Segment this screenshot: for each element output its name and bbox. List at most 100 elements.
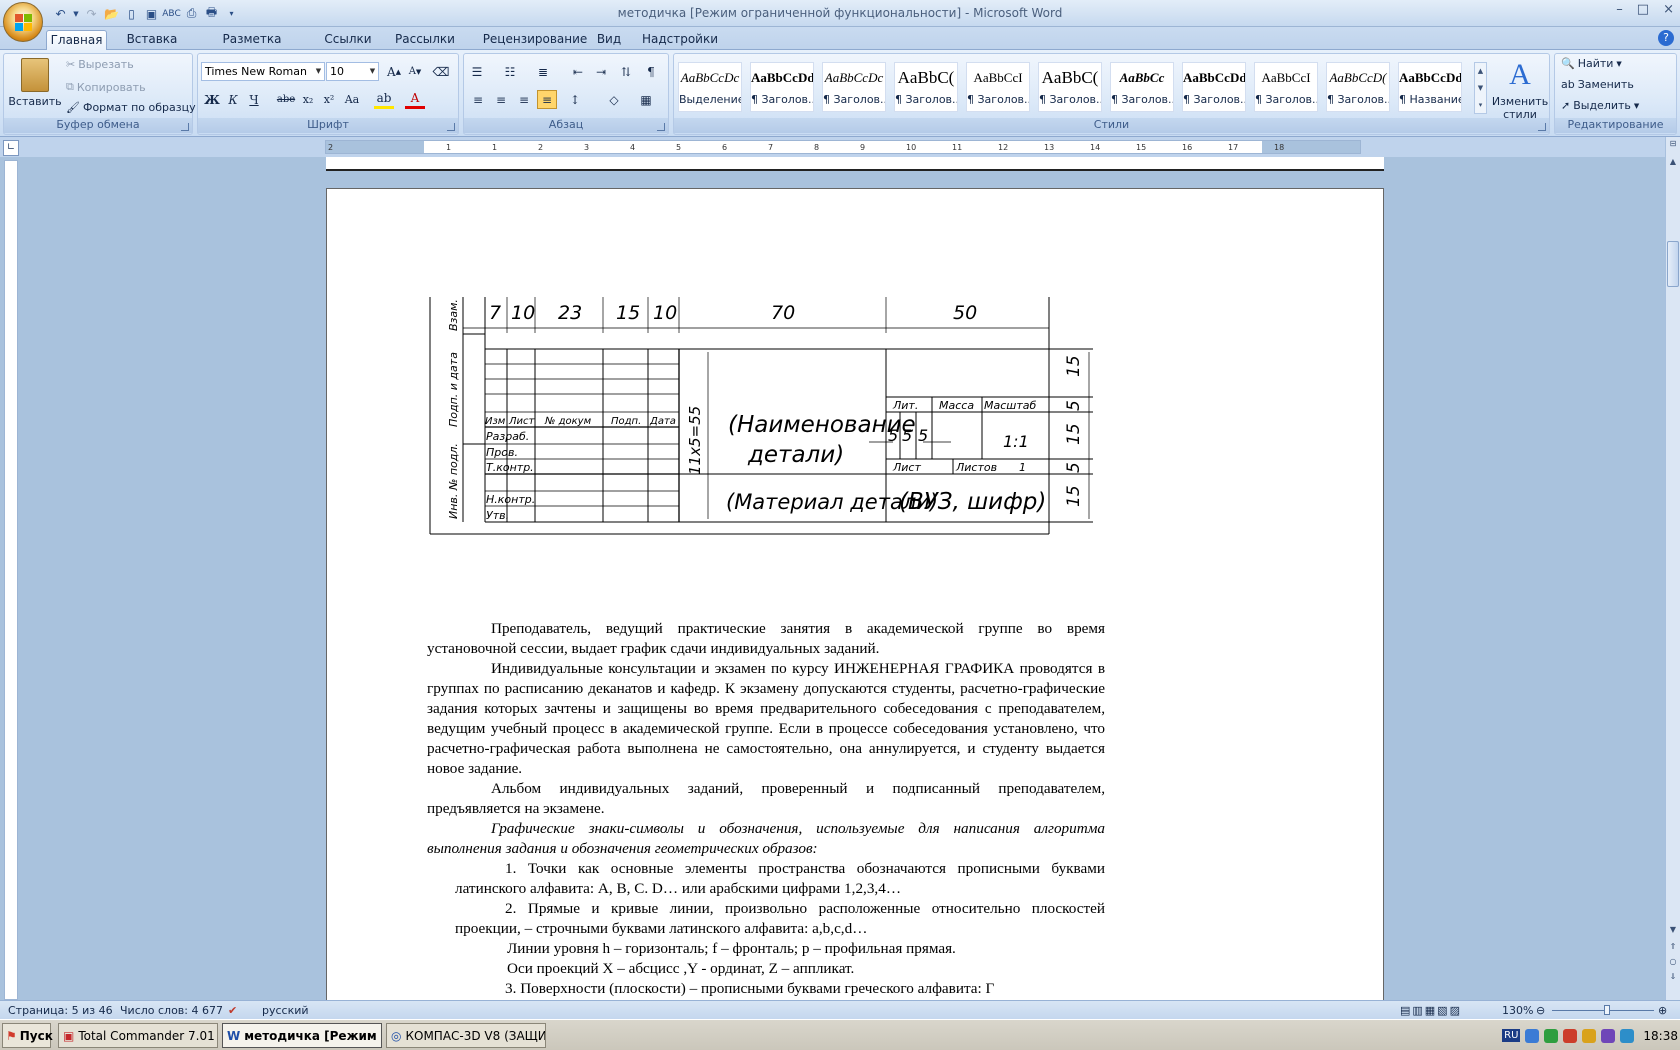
paste-button[interactable]: Вставить (8, 58, 62, 108)
align-center-icon[interactable]: ≡ (491, 90, 511, 109)
styles-launcher[interactable] (1538, 123, 1546, 131)
style-item[interactable]: AaBbCcI ¶ Заголов... (966, 62, 1030, 112)
tab-references[interactable]: Ссылки (320, 30, 376, 51)
tray-app-icon[interactable] (1563, 1028, 1578, 1043)
start-button[interactable]: ⚑ Пуск (2, 1023, 53, 1048)
style-item[interactable]: AaBbCc ¶ Заголов... (1110, 62, 1174, 112)
page-indicator[interactable]: Страница: 5 из 46 (8, 1004, 113, 1017)
multilevel-list-icon[interactable]: ≣ (533, 62, 553, 81)
format-painter-button[interactable]: 🖌 Формат по образцу (66, 101, 196, 114)
clear-format-icon[interactable]: ⌫ (431, 62, 451, 81)
shrink-font-button[interactable]: A ▼ (405, 62, 425, 81)
proofing-icon[interactable]: ✔ (228, 1004, 237, 1017)
style-item[interactable]: AaBbCcD(¶ Заголов... (1326, 62, 1390, 112)
style-item[interactable]: AaBbCcDc ¶ Заголов... (822, 62, 886, 112)
replace-button[interactable]: ab Заменить (1561, 78, 1634, 91)
minimize-button[interactable]: – (1616, 2, 1623, 17)
find-button[interactable]: 🔍 Найти ▼ (1561, 57, 1622, 70)
task-total-commander[interactable]: ▣Total Commander 7.01 - ... (58, 1023, 218, 1048)
style-item[interactable]: AaBbCcDd ¶ Название (1398, 62, 1462, 112)
sort-icon[interactable]: ⇅ (616, 62, 636, 81)
font-size-field[interactable]: 10 ▼ (326, 62, 379, 81)
close-button[interactable]: × (1663, 2, 1674, 17)
change-case-button[interactable]: Aa (342, 90, 362, 109)
font-launcher[interactable] (447, 123, 455, 131)
select-browse-object-icon[interactable]: ○ (1667, 957, 1679, 970)
tab-selector[interactable]: ∟ (3, 140, 19, 156)
tab-view[interactable]: Вид (593, 30, 625, 51)
maximize-button[interactable]: □ (1637, 2, 1649, 17)
tab-mailings[interactable]: Рассылки (390, 30, 460, 51)
highlight-icon[interactable]: ab (374, 90, 394, 109)
vertical-scrollbar[interactable]: ⊟ ▲ ▼ ⇑ ○ ⇓ (1665, 137, 1680, 1000)
copy-button[interactable]: ⧉ Копировать (66, 80, 146, 94)
language-indicator[interactable]: русский (262, 1004, 309, 1017)
justify-icon[interactable]: ≡ (537, 90, 557, 109)
strikethrough-button[interactable]: abe (276, 90, 296, 109)
paragraph-launcher[interactable] (657, 123, 665, 131)
task-word[interactable]: Wметодичка [Режим о... (222, 1023, 382, 1048)
zoom-level[interactable]: 130% (1502, 1004, 1533, 1017)
align-left-icon[interactable]: ≡ (468, 90, 488, 109)
bold-button[interactable]: Ж (202, 90, 222, 109)
bullets-icon[interactable]: ☰ (467, 62, 487, 81)
next-page-icon[interactable]: ⇓ (1667, 972, 1679, 985)
zoom-out-icon[interactable]: ⊖ (1536, 1004, 1545, 1017)
font-color-icon[interactable]: A (405, 90, 425, 109)
tab-addins[interactable]: Надстройки (640, 30, 720, 51)
word-count[interactable]: Число слов: 4 677 (120, 1004, 223, 1017)
grow-font-button[interactable]: A ▲ (384, 62, 404, 81)
prev-page-icon[interactable]: ⇑ (1667, 942, 1679, 955)
office-button[interactable] (3, 2, 43, 42)
document-page[interactable]: 7 10 23 15 10 70 50 15 5 15 5 15 Взам. П… (326, 188, 1384, 1000)
tray-app-icon[interactable] (1582, 1028, 1597, 1043)
zoom-slider[interactable] (1552, 1010, 1654, 1011)
change-styles-button[interactable]: A Изменить стили (1492, 58, 1548, 121)
align-right-icon[interactable]: ≡ (514, 90, 534, 109)
shading-icon[interactable]: ◇ (604, 90, 624, 109)
decrease-indent-icon[interactable]: ⇤ (568, 62, 588, 81)
show-marks-icon[interactable]: ¶ (641, 62, 661, 81)
cut-button[interactable]: ✂ Вырезать (66, 58, 134, 71)
volume-icon[interactable] (1620, 1028, 1635, 1043)
scroll-up-arrow[interactable]: ▲ (1667, 157, 1679, 170)
increase-indent-icon[interactable]: ⇥ (591, 62, 611, 81)
subscript-button[interactable]: x₂ (298, 90, 318, 109)
tray-app-icon[interactable] (1601, 1028, 1616, 1043)
tab-home[interactable]: Главная (46, 30, 107, 51)
style-item[interactable]: AaBbC(¶ Заголов... (894, 62, 958, 112)
clipboard-launcher[interactable] (181, 123, 189, 131)
help-icon[interactable]: ? (1658, 30, 1674, 46)
select-button[interactable]: ➚ Выделить ▼ (1561, 99, 1639, 112)
ruler-toggle-icon[interactable]: ⊟ (1667, 139, 1679, 152)
scroll-thumb[interactable] (1667, 241, 1679, 287)
style-item[interactable]: AaBbCcDc Выделение (678, 62, 742, 112)
network-icon[interactable] (1525, 1028, 1540, 1043)
keyboard-layout[interactable]: RU (1502, 1029, 1521, 1042)
style-item[interactable]: AaBbCcI ¶ Заголов... (1254, 62, 1318, 112)
antivirus-icon[interactable] (1544, 1028, 1559, 1043)
underline-button[interactable]: Ч (244, 90, 264, 109)
task-kompas[interactable]: ◎КОМПАС-3D V8 (ЗАЩИТ... (386, 1023, 546, 1048)
superscript-button[interactable]: x² (319, 90, 339, 109)
tab-insert[interactable]: Вставка (117, 30, 187, 51)
document-area[interactable]: 7 10 23 15 10 70 50 15 5 15 5 15 Взам. П… (22, 157, 1665, 1000)
scroll-down-arrow[interactable]: ▼ (1667, 925, 1679, 938)
line-spacing-icon[interactable]: ↕ (565, 90, 585, 109)
tab-page-layout[interactable]: Разметка страницы (196, 30, 308, 60)
font-name-field[interactable]: Times New Roman ▼ (201, 62, 325, 81)
zoom-in-icon[interactable]: ⊕ (1658, 1004, 1667, 1017)
numbering-icon[interactable]: ☷ (500, 62, 520, 81)
italic-button[interactable]: К (223, 90, 243, 109)
clock[interactable]: 18:38 (1643, 1029, 1678, 1043)
view-buttons[interactable]: ▤▥▦▧▨ (1400, 1004, 1462, 1017)
body-text[interactable]: Преподаватель, ведущий практические заня… (427, 619, 1105, 999)
style-item[interactable]: AaBbCcDd ¶ Заголов... (750, 62, 814, 112)
horizontal-ruler[interactable]: 2 1 1 2 3 4 5 6 7 8 9 10 11 12 13 14 15 16 17 18 (0, 137, 1680, 157)
borders-icon[interactable]: ▦ (636, 90, 656, 109)
vertical-ruler[interactable] (4, 160, 18, 1000)
tab-review[interactable]: Рецензирование (473, 30, 597, 51)
gallery-scroll[interactable]: ▲ ▼ ▾ (1474, 62, 1487, 114)
style-item[interactable]: AaBbC(¶ Заголов... (1038, 62, 1102, 112)
style-item[interactable]: AaBbCcDd ¶ Заголов... (1182, 62, 1246, 112)
